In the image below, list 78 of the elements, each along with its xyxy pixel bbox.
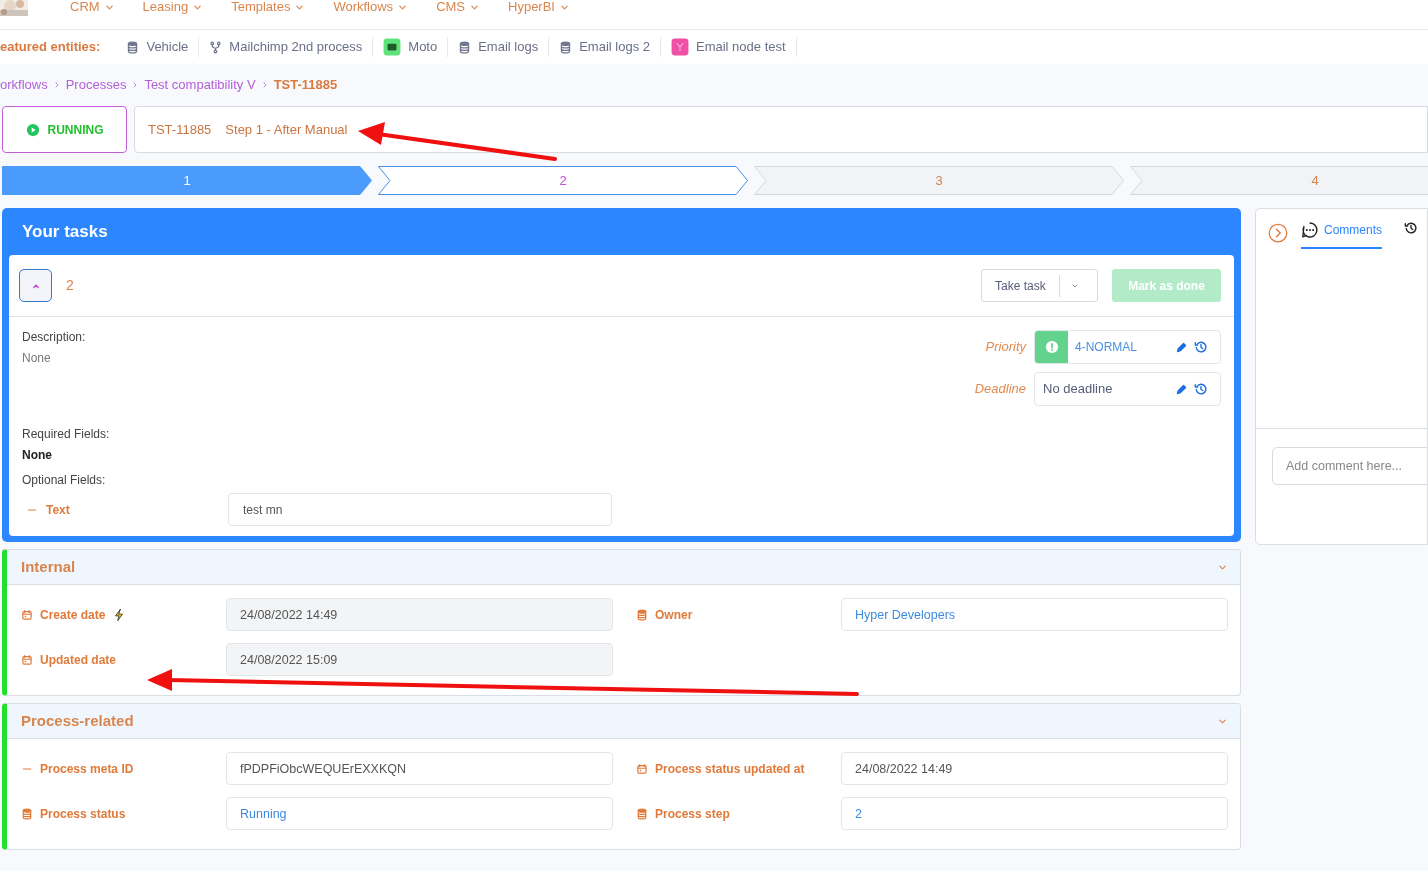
text-input[interactable]: 2 <box>841 797 1228 830</box>
field-label: Process step <box>655 805 730 823</box>
history-icon <box>1194 382 1208 396</box>
field-label: Required Fields: <box>22 426 111 443</box>
text-input[interactable]: fPDPFiObcWEQUErEXXKQN <box>226 752 613 785</box>
nav-menu[interactable]: Leasing <box>142 0 204 14</box>
branch-icon <box>209 40 223 54</box>
breadcrumb-link[interactable]: Processes <box>65 75 127 95</box>
task-name: 2 <box>66 276 74 295</box>
history-icon <box>1404 221 1418 235</box>
nav-menu[interactable]: HyperBI <box>508 0 570 14</box>
field-label: Deadline <box>974 380 1026 399</box>
featured-link[interactable]: Email logs <box>448 37 550 57</box>
database-icon <box>636 807 648 820</box>
database-icon <box>126 40 140 54</box>
description-text: None <box>22 350 52 367</box>
nav-menu[interactable]: Workflows <box>333 0 409 14</box>
database-icon <box>636 608 648 621</box>
step-tab[interactable]: 1 <box>2 166 372 195</box>
featured-link[interactable]: Email logs 2 <box>549 37 661 57</box>
field-label: Updated date <box>40 651 116 669</box>
alert-icon <box>1044 340 1059 354</box>
field-label: Process status <box>40 805 126 823</box>
collapse-button[interactable] <box>19 269 52 302</box>
expand-icon <box>1268 223 1288 243</box>
featured-label: eatured entities: <box>0 38 101 57</box>
featured-link[interactable]: Email node test <box>661 37 797 57</box>
badge-icon <box>671 38 689 56</box>
comments-tab[interactable]: Comments <box>1301 221 1382 249</box>
featured-link[interactable]: Moto <box>373 37 449 57</box>
field-label: Description: <box>22 329 87 346</box>
section-header[interactable]: Internal <box>7 550 1240 585</box>
required-fields-text: None <box>22 447 53 464</box>
field-label: Text <box>46 501 70 519</box>
panel-title: Your tasks <box>21 220 109 243</box>
text-input[interactable]: test mn <box>228 493 612 526</box>
text-input[interactable]: 24/08/2022 15:09 <box>226 643 613 676</box>
nav-menu[interactable]: CMS <box>436 0 480 14</box>
database-icon <box>21 807 33 820</box>
badge-icon <box>383 38 402 56</box>
step-tab[interactable]: 2 <box>378 166 748 195</box>
field-label: Create date <box>40 606 106 624</box>
pencil-icon <box>1175 382 1188 396</box>
status-text: RUNNING <box>47 121 104 139</box>
history-icon <box>1194 340 1208 354</box>
calendar-icon <box>636 762 648 775</box>
section-header[interactable]: Process-related <box>7 704 1240 739</box>
featured-link[interactable]: Mailchimp 2nd process <box>199 37 374 57</box>
pencil-icon <box>1175 340 1188 354</box>
calendar-icon <box>21 608 33 621</box>
field-label: Process status updated at <box>655 760 805 778</box>
nav-menu[interactable]: CRM <box>70 0 115 14</box>
step-name: Step 1 - After Manual <box>225 120 348 139</box>
breadcrumb-link[interactable]: Test compatibility V <box>144 75 256 95</box>
deadline-field[interactable]: No deadline <box>1034 372 1221 406</box>
process-id: TST-11885 <box>148 120 212 139</box>
text-input[interactable]: Hyper Developers <box>841 598 1228 631</box>
step-tab[interactable]: 4 <box>1130 166 1428 195</box>
breadcrumb-link[interactable]: orkflows <box>0 75 48 95</box>
breadcrumb-link[interactable]: TST-11885 <box>273 75 338 95</box>
text-input[interactable]: 24/08/2022 14:49 <box>841 752 1228 785</box>
calendar-icon <box>21 653 33 666</box>
field-label: Owner <box>655 606 693 624</box>
text-input[interactable]: Running <box>226 797 613 830</box>
database-icon <box>559 40 573 54</box>
play-icon <box>25 122 40 137</box>
comment-input[interactable]: Add comment here... <box>1272 447 1427 485</box>
featured-link[interactable]: Vehicle <box>116 37 200 57</box>
field-label: Priority <box>985 338 1026 357</box>
database-icon <box>458 40 472 54</box>
nav-menu[interactable]: Templates <box>231 0 306 14</box>
comment-icon <box>1301 221 1319 239</box>
field-label: Process meta ID <box>40 760 134 778</box>
priority-field[interactable]: 4-NORMAL <box>1034 330 1221 364</box>
take-task-button[interactable]: Take task <box>981 269 1098 302</box>
text-input[interactable]: 24/08/2022 14:49 <box>226 598 613 631</box>
field-label: Optional Fields: <box>22 472 107 489</box>
step-tab[interactable]: 3 <box>754 166 1124 195</box>
